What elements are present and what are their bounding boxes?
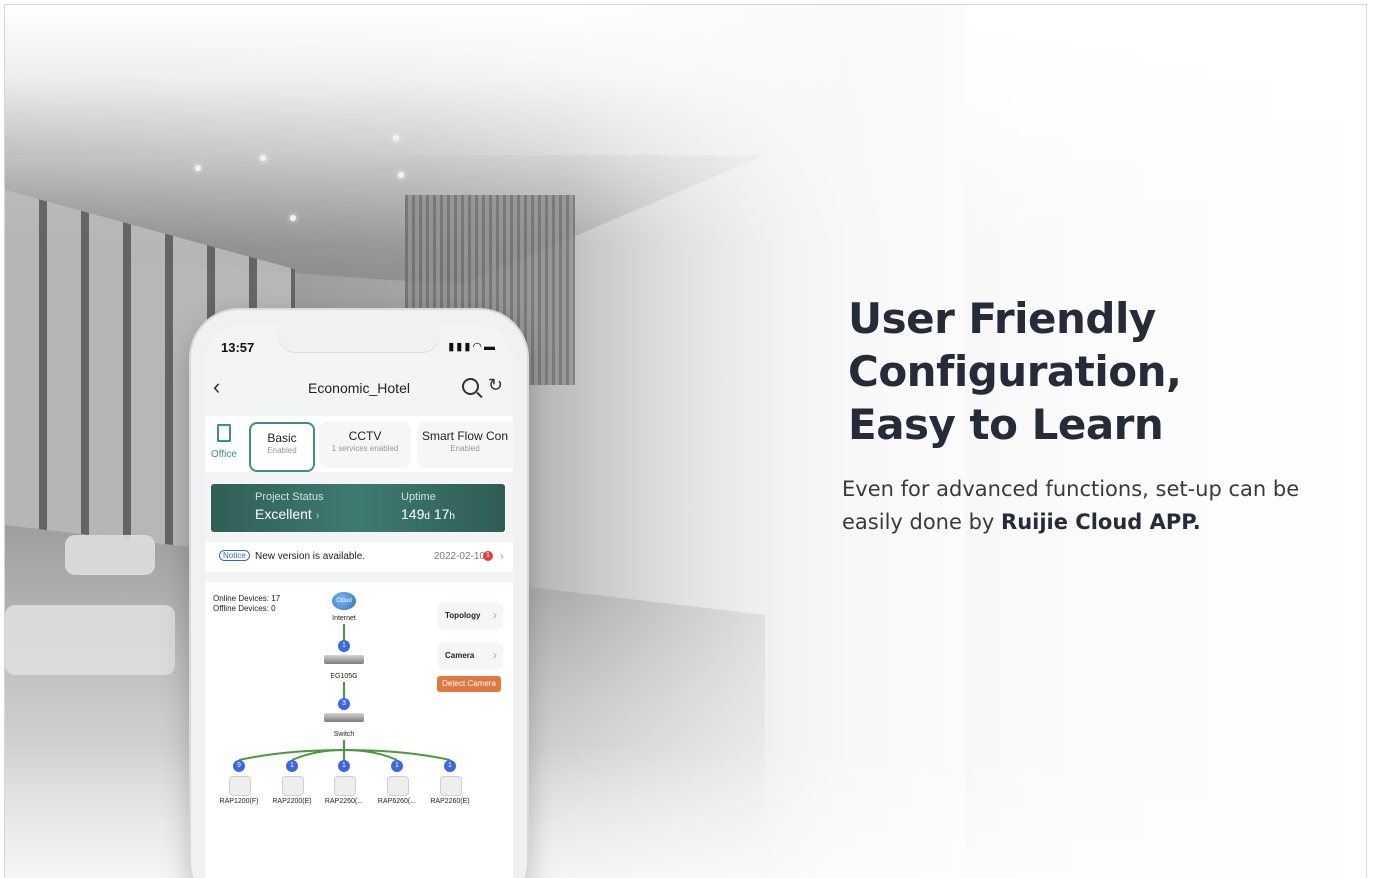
headline: User Friendly Configuration, Easy to Lea… [848,292,1328,451]
gateway-label: EG105G [330,673,358,680]
uptime-label: Uptime [401,491,436,503]
topology-button[interactable]: Topology › [437,602,503,630]
refresh-icon[interactable]: ↻ [488,375,503,396]
project-status-banner[interactable]: Project Status Excellent › Uptime 149d 1… [211,484,505,532]
access-point-device[interactable] [334,776,356,796]
uptime-value: 149d 17h [401,506,455,522]
office-label: Office [211,449,237,460]
internet-label: Internet [332,615,356,622]
detect-camera-button[interactable]: Detect Camera [437,676,501,692]
ap-label: RAP2200(E) [272,798,312,805]
signal-icon: ▮▮▮ [448,341,473,353]
description-prefix: easily done by [842,510,1002,534]
headline-line: User Friendly [848,294,1156,343]
tab-title: Basic [267,431,297,445]
notice-date: 2022-02-10 [433,551,485,562]
ap-count-badge: 1 [391,760,403,772]
project-status-text: Excellent [255,506,312,522]
topology-button-label: Topology [445,611,481,620]
status-time: 13:57 [221,340,255,355]
uptime-days: 149 [401,506,425,522]
ap-label: RAP6260(... [377,798,417,805]
ceiling-light [398,172,404,178]
notice-row[interactable]: Notice New version is available. 2022-02… [205,542,513,572]
access-point-device[interactable] [229,776,251,796]
tab-cctv[interactable]: CCTV 1 services enabled [319,422,411,468]
tab-subtitle: Enabled [450,444,480,453]
online-devices: Online Devices: 17 [213,594,281,603]
wifi-icon: ◠ [472,341,484,353]
tab-subtitle: Enabled [267,446,297,455]
chevron-right-icon: › [500,549,504,563]
ap-label: RAP1200(F) [219,798,259,805]
project-status-label: Project Status [255,491,324,503]
tab-title: CCTV [348,429,382,443]
camera-button[interactable]: Camera › [437,642,503,670]
ap-count-badge: 9 [233,760,245,772]
chevron-right-icon: › [493,648,497,662]
chevron-right-icon: › [315,510,320,522]
ceiling-light [260,155,266,161]
gateway-count-badge: 1 [338,640,350,652]
notice-text: New version is available. [255,551,366,562]
building-icon [217,424,231,442]
app-name: Ruijie Cloud APP. [1001,510,1201,534]
switch-count-badge: 3 [338,698,350,710]
tab-basic[interactable]: Basic Enabled [249,422,315,472]
ap-label: RAP2260(E) [430,798,470,805]
battery-icon: ▬ [484,341,497,353]
topology-branches [238,740,451,761]
ap-count-badge: 1 [444,760,456,772]
switch-device[interactable] [324,713,364,722]
camera-button-label: Camera [445,651,475,660]
phone-screen: 13:57 ▮▮▮◠▬ ‹ Economic_Hotel ↻ Office Ba… [205,324,513,878]
ap-count-badge: 1 [338,760,350,772]
ap-label: RAP2260(... [324,798,364,805]
chevron-right-icon: › [493,608,497,622]
uptime-hours-unit: h [449,511,455,522]
topology-link [343,624,345,640]
status-icons: ▮▮▮◠▬ [448,340,497,353]
uptime-days-unit: d [424,511,430,522]
notice-badge: Notice [219,550,250,561]
topology-link [343,682,345,698]
uptime-hours: 17 [433,506,450,522]
lobby-chair [65,535,155,575]
ap-count-badge: 1 [286,760,298,772]
tab-title: Smart Flow Con [421,429,509,443]
headline-line: Easy to Learn [848,400,1164,449]
cloud-icon[interactable]: Cloud [332,592,356,610]
topology-panel: Online Devices: 17 Offline Devices: 0 To… [205,582,513,878]
search-icon[interactable] [462,378,479,395]
app-header: ‹ Economic_Hotel ↻ [205,374,513,404]
hero-banner: 13:57 ▮▮▮◠▬ ‹ Economic_Hotel ↻ Office Ba… [4,4,1367,878]
headline-line: Configuration, [848,347,1182,396]
phone-notch [278,324,440,352]
description: Even for advanced functions, set-up can … [842,473,1342,539]
project-status-value: Excellent › [255,506,319,522]
ceiling-light [393,135,399,141]
notice-count-badge: 1 [483,551,493,561]
description-line: Even for advanced functions, set-up can … [842,477,1300,501]
access-point-device[interactable] [440,776,462,796]
tab-subtitle: 1 services enabled [331,444,399,453]
ceiling-light [290,215,296,221]
gateway-device[interactable] [324,655,364,664]
phone-mockup: 13:57 ▮▮▮◠▬ ‹ Economic_Hotel ↻ Office Ba… [191,310,527,878]
access-point-device[interactable] [282,776,304,796]
access-point-device[interactable] [387,776,409,796]
lobby-sofa [5,605,175,675]
office-selector[interactable]: Office [205,416,243,472]
offline-devices: Offline Devices: 0 [213,604,276,613]
service-tabs: Office Basic Enabled CCTV 1 services ena… [205,416,513,472]
ceiling-light [195,165,201,171]
tab-smart-flow[interactable]: Smart Flow Con Enabled [417,422,513,468]
